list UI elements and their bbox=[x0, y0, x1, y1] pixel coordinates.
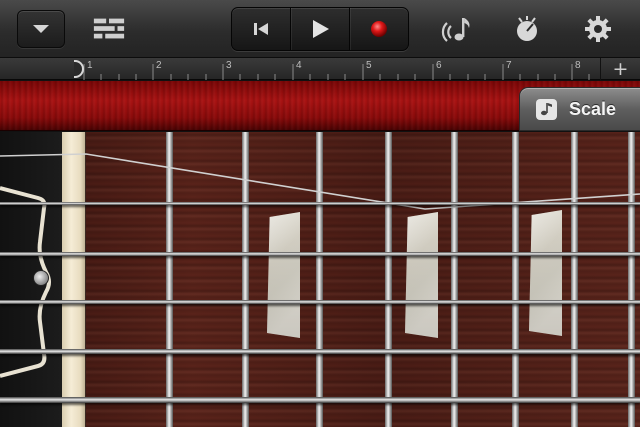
metronome-button[interactable] bbox=[510, 12, 544, 46]
scale-button-label: Scale bbox=[569, 98, 617, 119]
ruler-bar-number: 1 bbox=[87, 60, 93, 71]
tracks-view-button[interactable] bbox=[92, 12, 126, 46]
transport-controls bbox=[231, 7, 409, 51]
play-button[interactable] bbox=[291, 8, 350, 50]
ruler-bar-number: 6 bbox=[436, 60, 442, 71]
ruler-bar-number: 5 bbox=[366, 60, 372, 71]
guitar-string[interactable] bbox=[0, 300, 640, 304]
tracks-view-icon bbox=[93, 18, 125, 39]
guitar-fretboard[interactable] bbox=[0, 132, 640, 427]
chevron-down-icon bbox=[33, 25, 49, 33]
ruler-bar-number: 7 bbox=[506, 60, 512, 71]
record-button[interactable] bbox=[350, 8, 408, 50]
guitar-string[interactable] bbox=[0, 202, 640, 205]
ruler-bar-number: 2 bbox=[156, 60, 162, 71]
ruler-bar-number: 4 bbox=[296, 60, 302, 71]
music-note-icon bbox=[536, 98, 557, 120]
loops-button[interactable] bbox=[440, 12, 474, 46]
go-to-beginning-button[interactable] bbox=[232, 8, 291, 50]
guitar-string[interactable] bbox=[0, 252, 640, 256]
bent-string bbox=[0, 153, 640, 210]
guitar-string[interactable] bbox=[0, 349, 640, 354]
timeline-ruler[interactable]: 1 2 3 4 5 6 7 8 bbox=[0, 58, 640, 80]
ruler-bar-number: 3 bbox=[226, 60, 232, 71]
play-icon bbox=[313, 20, 329, 38]
instrument-menu-button[interactable] bbox=[17, 10, 65, 48]
loop-note-icon bbox=[441, 18, 470, 42]
metronome-icon bbox=[517, 16, 537, 41]
top-toolbar bbox=[0, 0, 640, 58]
ruler-bar-number: 8 bbox=[575, 60, 581, 71]
gear-icon bbox=[585, 16, 611, 42]
settings-button[interactable] bbox=[581, 12, 615, 46]
guitar-string[interactable] bbox=[0, 397, 640, 403]
add-section-button[interactable]: + bbox=[600, 58, 640, 80]
scale-button[interactable]: Scale bbox=[519, 87, 640, 131]
record-icon bbox=[371, 21, 387, 37]
skip-to-start-icon bbox=[254, 23, 268, 35]
